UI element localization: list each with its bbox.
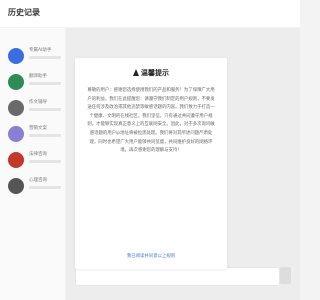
- history-item-preview: [29, 56, 61, 59]
- history-item-label: 作文辅导: [29, 100, 47, 105]
- history-item-preview: [29, 186, 61, 189]
- history-item-2[interactable]: 作文辅导: [0, 96, 65, 122]
- history-item-0[interactable]: 专属AI助手: [0, 44, 65, 70]
- modal-body-text: 尊敬的用户：感谢您选择使用我们的产品和服务！为了保障广大用户的利益，我们在此提醒…: [87, 88, 215, 154]
- assistant-avatar-icon: [8, 48, 24, 64]
- history-item-label: 法律咨询: [29, 152, 47, 157]
- translate-avatar-icon: [8, 74, 24, 90]
- writing-avatar-icon: [8, 100, 24, 116]
- history-item-4[interactable]: 法律咨询: [0, 148, 65, 174]
- send-button[interactable]: [280, 267, 291, 284]
- history-item-preview: [29, 82, 61, 85]
- agree-link[interactable]: 我已阅读并同意以上规则: [75, 254, 227, 260]
- top-bar: 历史记录: [0, 0, 300, 27]
- marketing-avatar-icon: [8, 126, 24, 142]
- history-item-preview: [29, 134, 61, 137]
- page-title: 历史记录: [8, 8, 40, 17]
- history-item-label: 专属AI助手: [29, 48, 52, 53]
- history-item-1[interactable]: 翻译助手: [0, 70, 65, 96]
- history-item-preview: [29, 108, 61, 111]
- history-item-label: 心理咨询: [29, 178, 47, 183]
- modal-title-text: 温馨提示: [141, 69, 169, 77]
- message-input[interactable]: [75, 267, 280, 286]
- modal-title: 温馨提示: [75, 69, 227, 78]
- history-item-label: 营销文案: [29, 126, 47, 131]
- history-item-3[interactable]: 营销文案: [0, 122, 65, 148]
- warning-icon: [133, 69, 139, 76]
- history-sidebar: 专属AI助手 翻译助手 作文辅导 营销文案 法律咨询 心理咨询: [0, 28, 65, 300]
- history-item-label: 翻译助手: [29, 74, 47, 79]
- history-item-preview: [29, 160, 61, 163]
- notice-modal: 温馨提示 尊敬的用户：感谢您选择使用我们的产品和服务！为了保障广大用户的利益，我…: [75, 58, 227, 269]
- law-avatar-icon: [8, 152, 24, 168]
- counsel-avatar-icon: [8, 178, 24, 194]
- history-item-5[interactable]: 心理咨询: [0, 174, 65, 200]
